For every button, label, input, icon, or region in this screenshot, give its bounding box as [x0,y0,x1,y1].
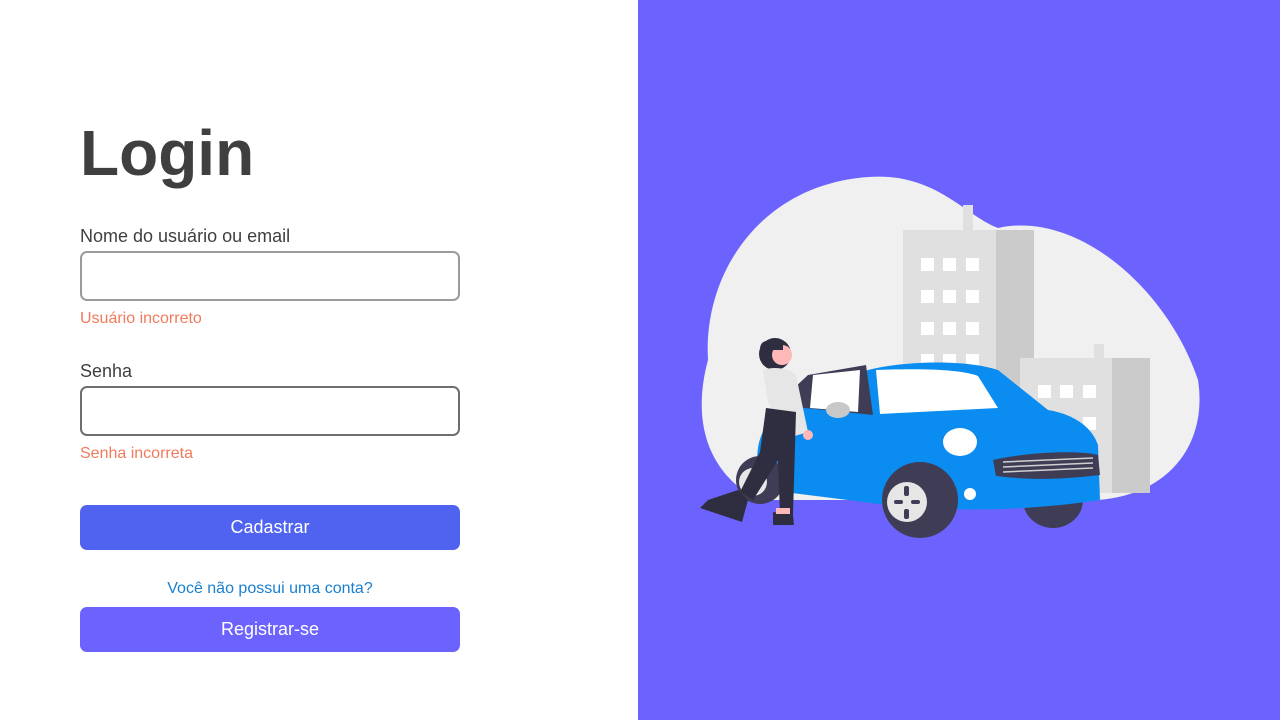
username-error: Usuário incorreto [80,310,202,327]
password-label: Senha [80,361,133,381]
register-button[interactable]: Registrar-se [80,607,460,652]
submit-button[interactable]: Cadastrar [80,505,460,550]
password-input[interactable] [80,386,460,436]
username-input[interactable] [80,251,460,301]
page-title: Login [80,117,255,189]
no-account-link[interactable]: Você não possui uma conta? [80,579,460,599]
login-panel: Login Nome do usuário ou email Usuário i… [0,0,638,720]
password-error: Senha incorreta [80,445,193,462]
username-label: Nome do usuário ou email [80,226,291,246]
illustration-panel [638,0,1280,720]
woman-with-car-illustration [700,176,1200,538]
